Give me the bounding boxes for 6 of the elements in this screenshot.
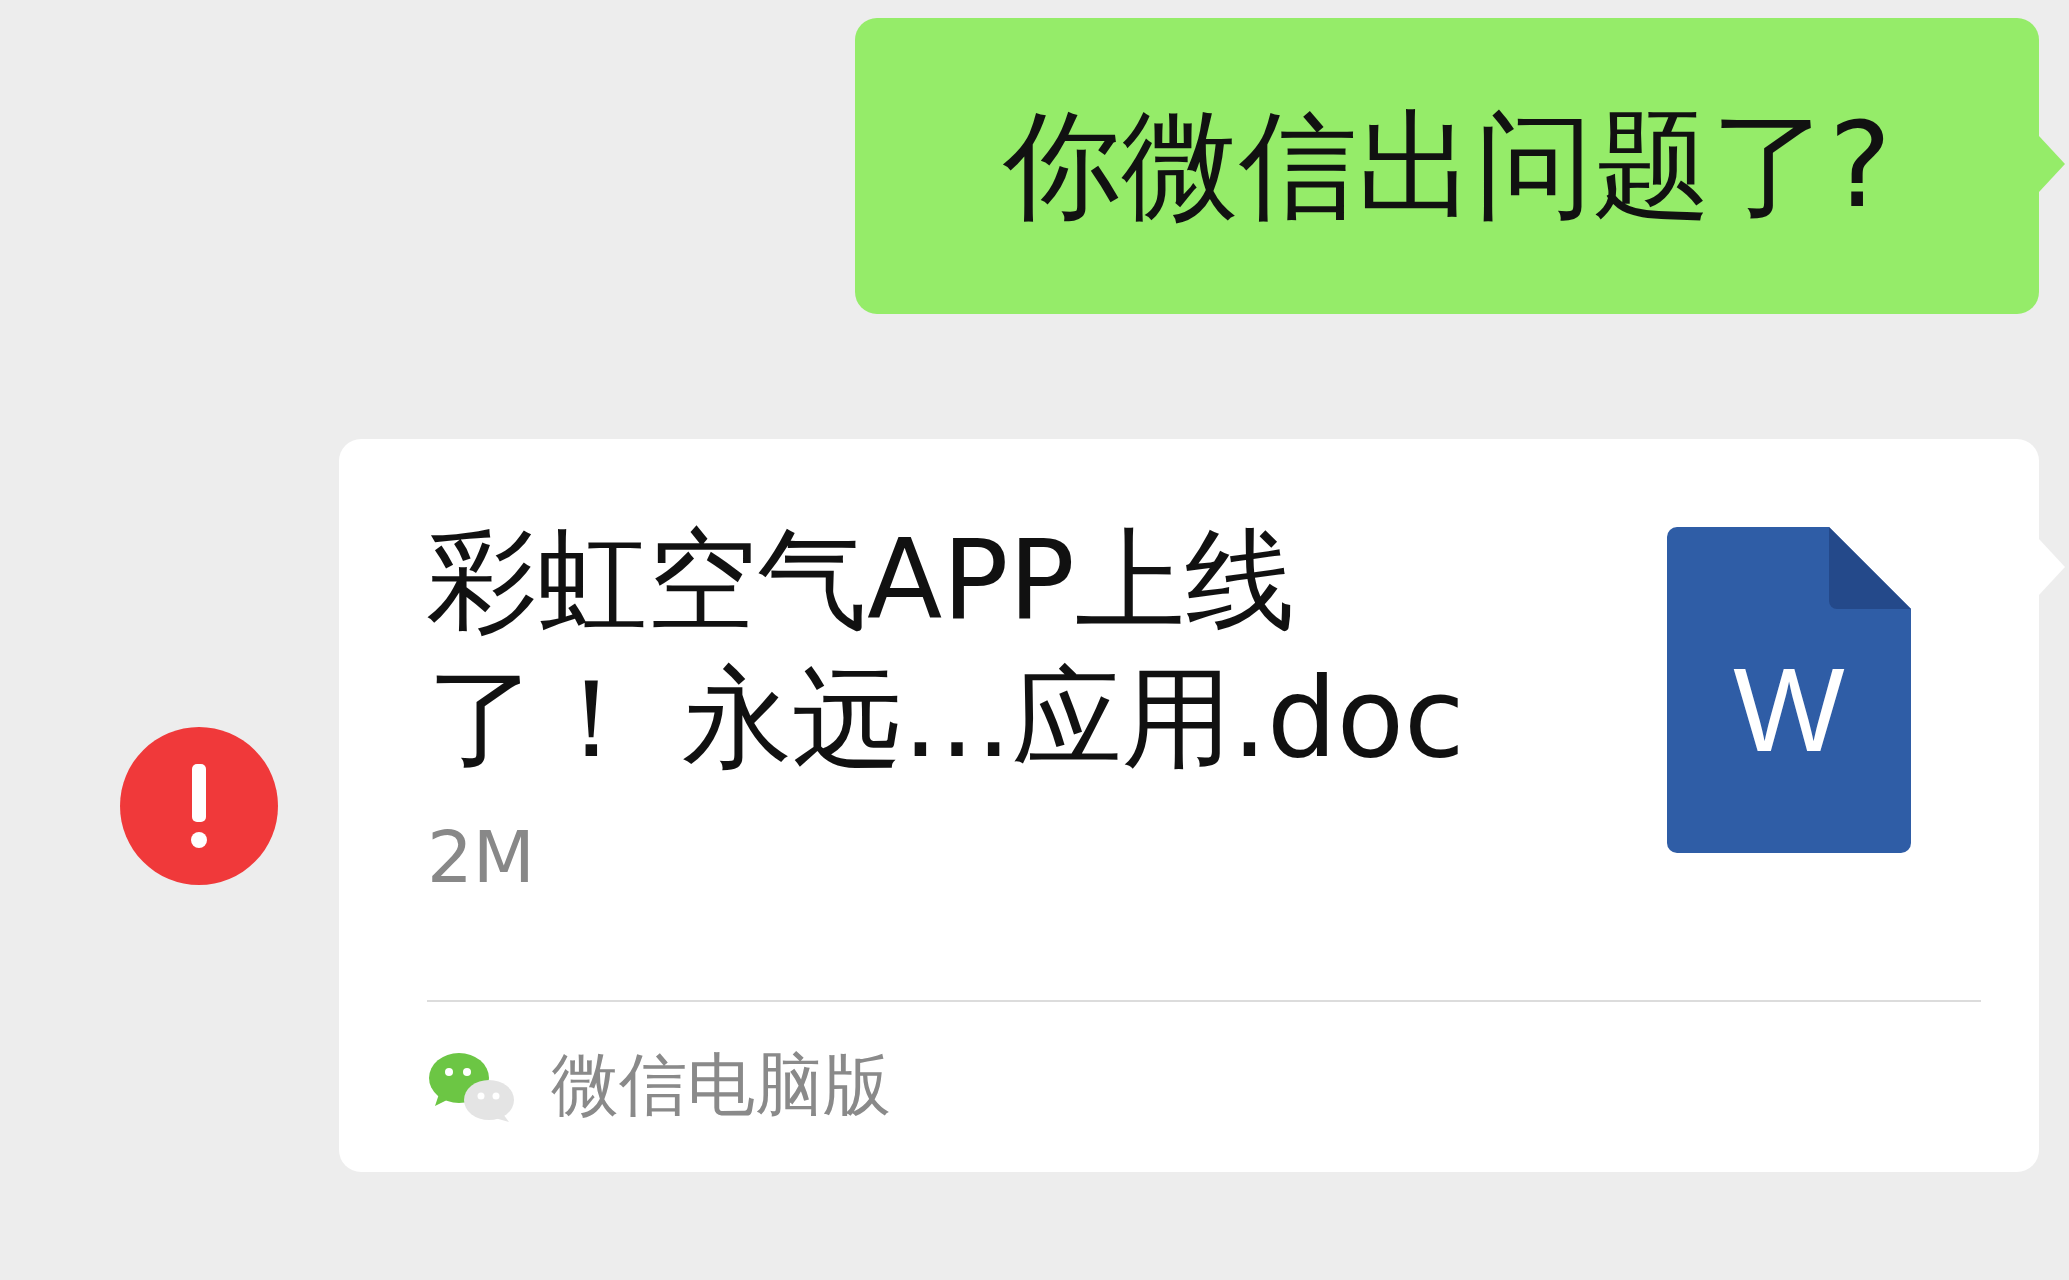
source-label: 微信电脑版: [551, 1044, 891, 1126]
bubble-tail: [2039, 136, 2065, 192]
file-name-line: 彩虹空气APP上线: [427, 515, 1295, 646]
word-document-icon: W: [1667, 527, 1911, 853]
file-size: 2M: [427, 815, 536, 899]
file-name-line: 了！ 永远…应用.doc: [427, 653, 1465, 784]
